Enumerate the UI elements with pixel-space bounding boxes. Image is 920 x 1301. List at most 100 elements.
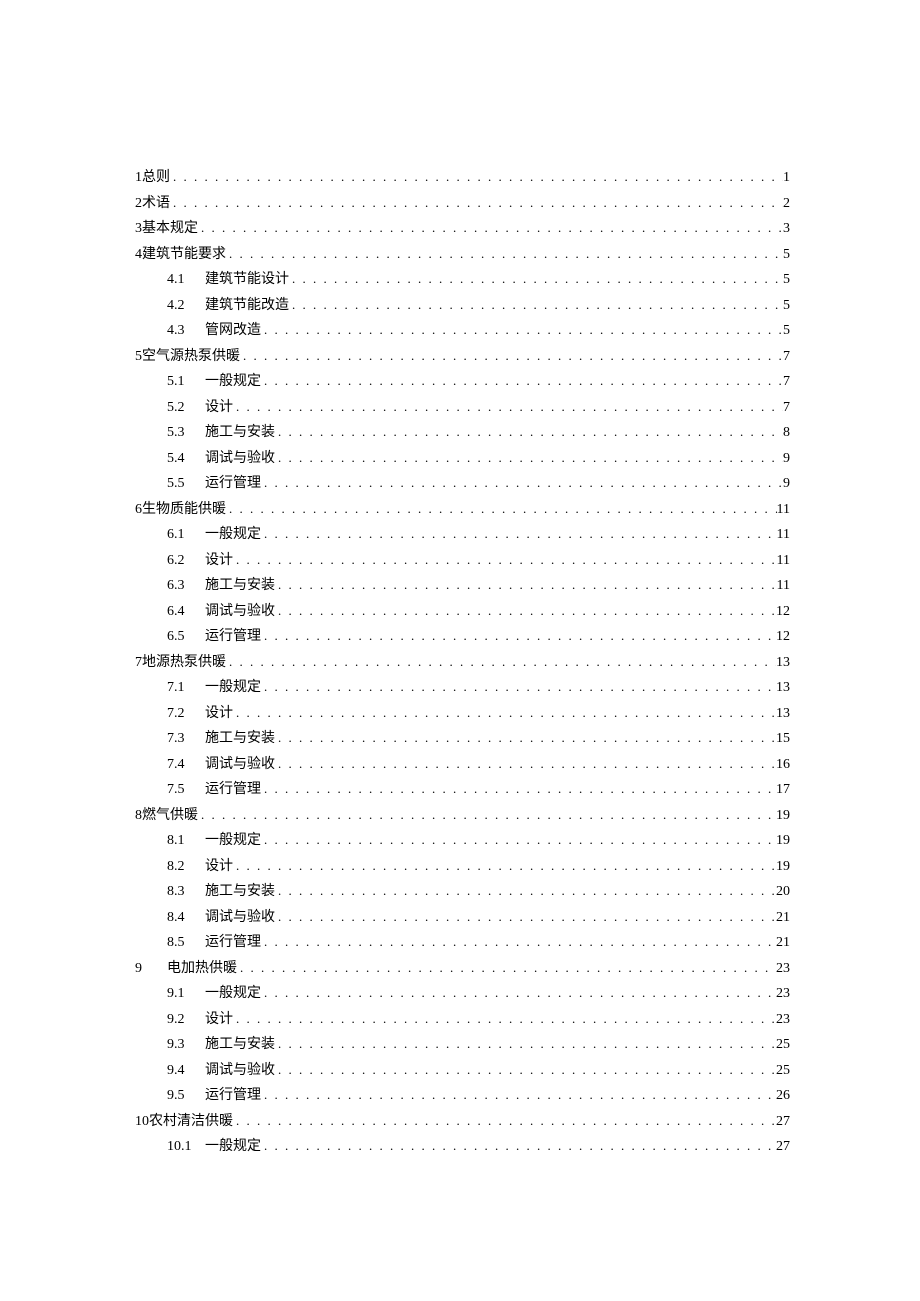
toc-leader-dots	[275, 752, 776, 777]
toc-title: 建筑节能要求	[142, 243, 226, 268]
toc-leader-dots	[289, 267, 783, 292]
toc-row: 8 燃气供暖19	[135, 803, 790, 829]
toc-title: 设计	[205, 1008, 233, 1033]
toc-title: 总则	[142, 166, 170, 191]
toc-number: 5.2	[167, 396, 205, 421]
toc-page-number: 5	[783, 294, 790, 319]
toc-number: 7.4	[167, 753, 205, 778]
toc-row: 9.2设计23	[135, 1007, 790, 1033]
toc-number: 7	[135, 651, 142, 676]
toc-number: 9	[135, 957, 149, 982]
toc-row: 10.1一般规定27	[135, 1134, 790, 1160]
toc-number: 4.3	[167, 319, 205, 344]
toc-row: 4 建筑节能要求5	[135, 242, 790, 268]
toc-row: 6.4调试与验收12	[135, 599, 790, 625]
toc-number: 7.2	[167, 702, 205, 727]
toc-page-number: 1	[783, 166, 790, 191]
toc-title: 地源热泵供暖	[142, 651, 226, 676]
toc-leader-dots	[261, 624, 776, 649]
toc-row: 6 生物质能供暖11	[135, 497, 790, 523]
toc-page-number: 5	[783, 319, 790, 344]
toc-title: 设计	[205, 549, 233, 574]
toc-page-number: 9	[783, 447, 790, 472]
toc-leader-dots	[275, 446, 783, 471]
toc-row: 4.3管网改造5	[135, 318, 790, 344]
toc-number: 7.5	[167, 778, 205, 803]
document-page: 1 总则12 术语23 基本规定34 建筑节能要求54.1建筑节能设计54.2建…	[0, 0, 920, 1301]
toc-row: 5 空气源热泵供暖7	[135, 344, 790, 370]
toc-row: 6.1一般规定11	[135, 522, 790, 548]
toc-page-number: 8	[783, 421, 790, 446]
toc-page-number: 20	[776, 880, 790, 905]
toc-title: 运行管理	[205, 778, 261, 803]
toc-title: 施工与安装	[205, 421, 275, 446]
toc-page-number: 21	[776, 906, 790, 931]
toc-page-number: 3	[783, 217, 790, 242]
toc-number: 5.1	[167, 370, 205, 395]
toc-page-number: 13	[776, 676, 790, 701]
toc-row: 8.5运行管理21	[135, 930, 790, 956]
toc-title: 调试与验收	[205, 447, 275, 472]
toc-row: 9.3施工与安装25	[135, 1032, 790, 1058]
toc-leader-dots	[237, 956, 776, 981]
toc-leader-dots	[275, 905, 776, 930]
toc-leader-dots	[261, 471, 783, 496]
toc-number: 9.1	[167, 982, 205, 1007]
toc-number: 5.4	[167, 447, 205, 472]
toc-title: 施工与安装	[205, 880, 275, 905]
toc-title: 一般规定	[205, 370, 261, 395]
toc-title: 运行管理	[205, 1084, 261, 1109]
toc-row: 7 地源热泵供暖13	[135, 650, 790, 676]
toc-number: 9.3	[167, 1033, 205, 1058]
toc-leader-dots	[261, 930, 776, 955]
toc-row: 7.3施工与安装15	[135, 726, 790, 752]
toc-leader-dots	[275, 573, 777, 598]
toc-row: 8.2设计19	[135, 854, 790, 880]
toc-page-number: 25	[776, 1059, 790, 1084]
toc-number: 6.2	[167, 549, 205, 574]
toc-title: 调试与验收	[205, 906, 275, 931]
toc-page-number: 27	[776, 1110, 790, 1135]
toc-number: 6.3	[167, 574, 205, 599]
toc-title: 调试与验收	[205, 1059, 275, 1084]
toc-number: 8.1	[167, 829, 205, 854]
toc-page-number: 11	[777, 498, 790, 523]
toc-title: 建筑节能设计	[205, 268, 289, 293]
toc-number: 6.5	[167, 625, 205, 650]
toc-page-number: 23	[776, 982, 790, 1007]
toc-number: 4.1	[167, 268, 205, 293]
toc-title: 运行管理	[205, 472, 261, 497]
toc-title: 调试与验收	[205, 753, 275, 778]
toc-row: 10 农村清洁供暖27	[135, 1109, 790, 1135]
toc-number: 9.5	[167, 1084, 205, 1109]
toc-row: 5.3施工与安装 8	[135, 420, 790, 446]
toc-leader-dots	[289, 293, 783, 318]
toc-row: 9.1一般规定23	[135, 981, 790, 1007]
toc-page-number: 21	[776, 931, 790, 956]
toc-number: 6	[135, 498, 142, 523]
toc-leader-dots	[261, 675, 776, 700]
toc-title: 运行管理	[205, 931, 261, 956]
toc-leader-dots	[233, 701, 776, 726]
toc-row: 9.5运行管理26	[135, 1083, 790, 1109]
toc-page-number: 9	[783, 472, 790, 497]
toc-row: 3 基本规定3	[135, 216, 790, 242]
toc-leader-dots	[261, 522, 777, 547]
toc-title: 一般规定	[205, 676, 261, 701]
toc-leader-dots	[261, 318, 783, 343]
toc-title: 设计	[205, 702, 233, 727]
toc-title: 运行管理	[205, 625, 261, 650]
toc-number: 8.2	[167, 855, 205, 880]
toc-number: 5.3	[167, 421, 205, 446]
toc-leader-dots	[261, 828, 776, 853]
toc-row: 6.2设计11	[135, 548, 790, 574]
toc-number: 7.3	[167, 727, 205, 752]
toc-leader-dots	[261, 1083, 776, 1108]
toc-leader-dots	[170, 191, 783, 216]
toc-title: 建筑节能改造	[205, 294, 289, 319]
toc-number: 9.4	[167, 1059, 205, 1084]
toc-row: 5.2设计7	[135, 395, 790, 421]
toc-page-number: 5	[783, 268, 790, 293]
toc-page-number: 27	[776, 1135, 790, 1160]
toc-page-number: 23	[776, 1008, 790, 1033]
